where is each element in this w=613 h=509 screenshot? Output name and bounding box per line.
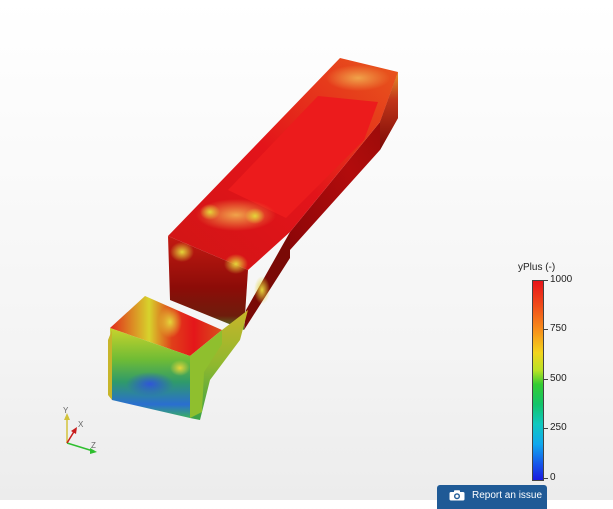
legend-label-250: 250 <box>550 422 567 433</box>
report-issue-label: Report an issue <box>472 490 543 501</box>
camera-icon <box>449 490 465 501</box>
truck-model[interactable] <box>108 58 398 420</box>
axis-x-label: X <box>78 420 84 429</box>
legend-tick <box>544 478 548 479</box>
color-legend: yPlus (-) 1000 750 500 250 0 <box>514 260 584 485</box>
legend-tick <box>544 329 548 330</box>
axis-y-label: Y <box>63 406 69 415</box>
legend-tick <box>544 280 548 281</box>
report-issue-button[interactable]: Report an issue <box>437 485 547 509</box>
axis-z-label: Z <box>91 441 96 450</box>
legend-tick <box>544 428 548 429</box>
legend-tick <box>544 379 548 380</box>
legend-label-0: 0 <box>550 472 556 483</box>
legend-title: yPlus (-) <box>518 262 556 273</box>
legend-label-750: 750 <box>550 323 567 334</box>
orientation-axes-widget: Y Z X <box>55 405 105 460</box>
legend-color-bar <box>532 280 544 481</box>
legend-label-1000: 1000 <box>550 274 573 285</box>
legend-label-500: 500 <box>550 373 567 384</box>
